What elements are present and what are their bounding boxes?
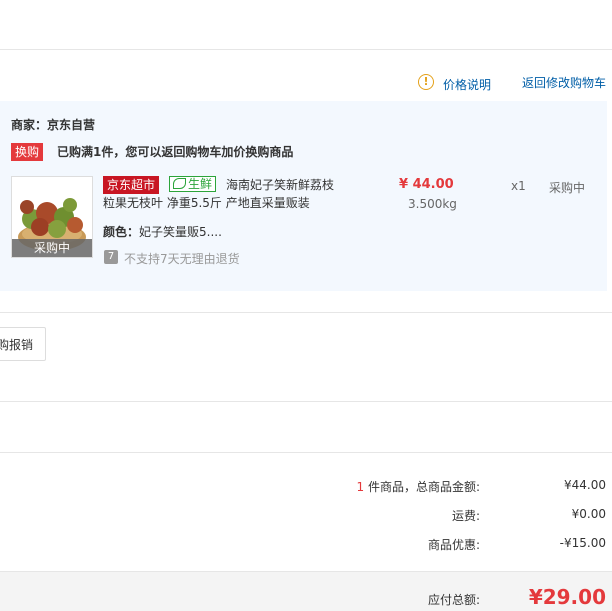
invoice-button-label: 购报销 — [0, 338, 34, 352]
payable-footer — [0, 571, 612, 611]
product-weight: 3.500kg — [408, 197, 457, 211]
product-stock-status: 采购中 — [549, 181, 586, 195]
jd-supermarket-badge: 京东超市 — [103, 176, 160, 194]
product-price: ¥ 44.00 — [399, 177, 454, 192]
items-total-label: 1 件商品，总商品金额: — [357, 478, 481, 495]
product-title-line1[interactable]: 海南妃子笑新鲜荔枝 — [226, 176, 334, 195]
color-label: 颜色： — [103, 225, 140, 239]
price-note-link[interactable]: 价格说明 — [443, 76, 491, 93]
shipping-value: ¥0.00 — [571, 507, 606, 521]
section-divider-1 — [0, 401, 612, 402]
product-quantity: x1 — [511, 179, 526, 193]
invoice-button[interactable]: 购报销 — [0, 327, 46, 361]
return-policy-text: 不支持7天无理由退货 — [124, 252, 240, 266]
payable-label: 应付总额: — [427, 593, 480, 607]
items-total-text: 件商品，总商品金额: — [364, 480, 480, 494]
fresh-badge-label: 生鲜 — [188, 177, 213, 191]
no-7day-return-icon: 7 — [104, 250, 118, 264]
exchange-tag: 换购 — [11, 143, 44, 161]
merchant-label: 商家：京东自营 — [11, 118, 96, 132]
panel-divider — [0, 312, 612, 313]
thumbnail-status-label: 采购中 — [12, 239, 92, 257]
payable-total: ¥29.00 — [528, 585, 606, 609]
section-divider-2 — [0, 452, 612, 453]
product-thumbnail[interactable]: 采购中 — [11, 176, 93, 258]
items-total-value: ¥44.00 — [564, 478, 606, 492]
shipping-label: 运费: — [451, 509, 480, 523]
discount-label: 商品优惠: — [427, 538, 480, 552]
product-color: 颜色：妃子笑量贩5.... — [103, 223, 222, 240]
discount-value: -¥15.00 — [559, 536, 606, 550]
product-title-line2[interactable]: 粒果无枝叶 净重5.5斤 产地直采量贩装 — [103, 194, 310, 213]
top-divider — [0, 49, 612, 50]
info-warning-icon[interactable]: ! — [418, 74, 434, 90]
fresh-leaf-icon — [173, 178, 186, 189]
color-value: 妃子笑量贩5.... — [139, 225, 222, 239]
exchange-promo-text: 已购满1件，您可以返回购物车加价换购商品 — [57, 145, 294, 159]
back-to-cart-link[interactable]: 返回修改购物车 — [522, 74, 606, 91]
fresh-badge: 生鲜 — [169, 176, 217, 192]
items-count: 1 — [356, 480, 365, 494]
